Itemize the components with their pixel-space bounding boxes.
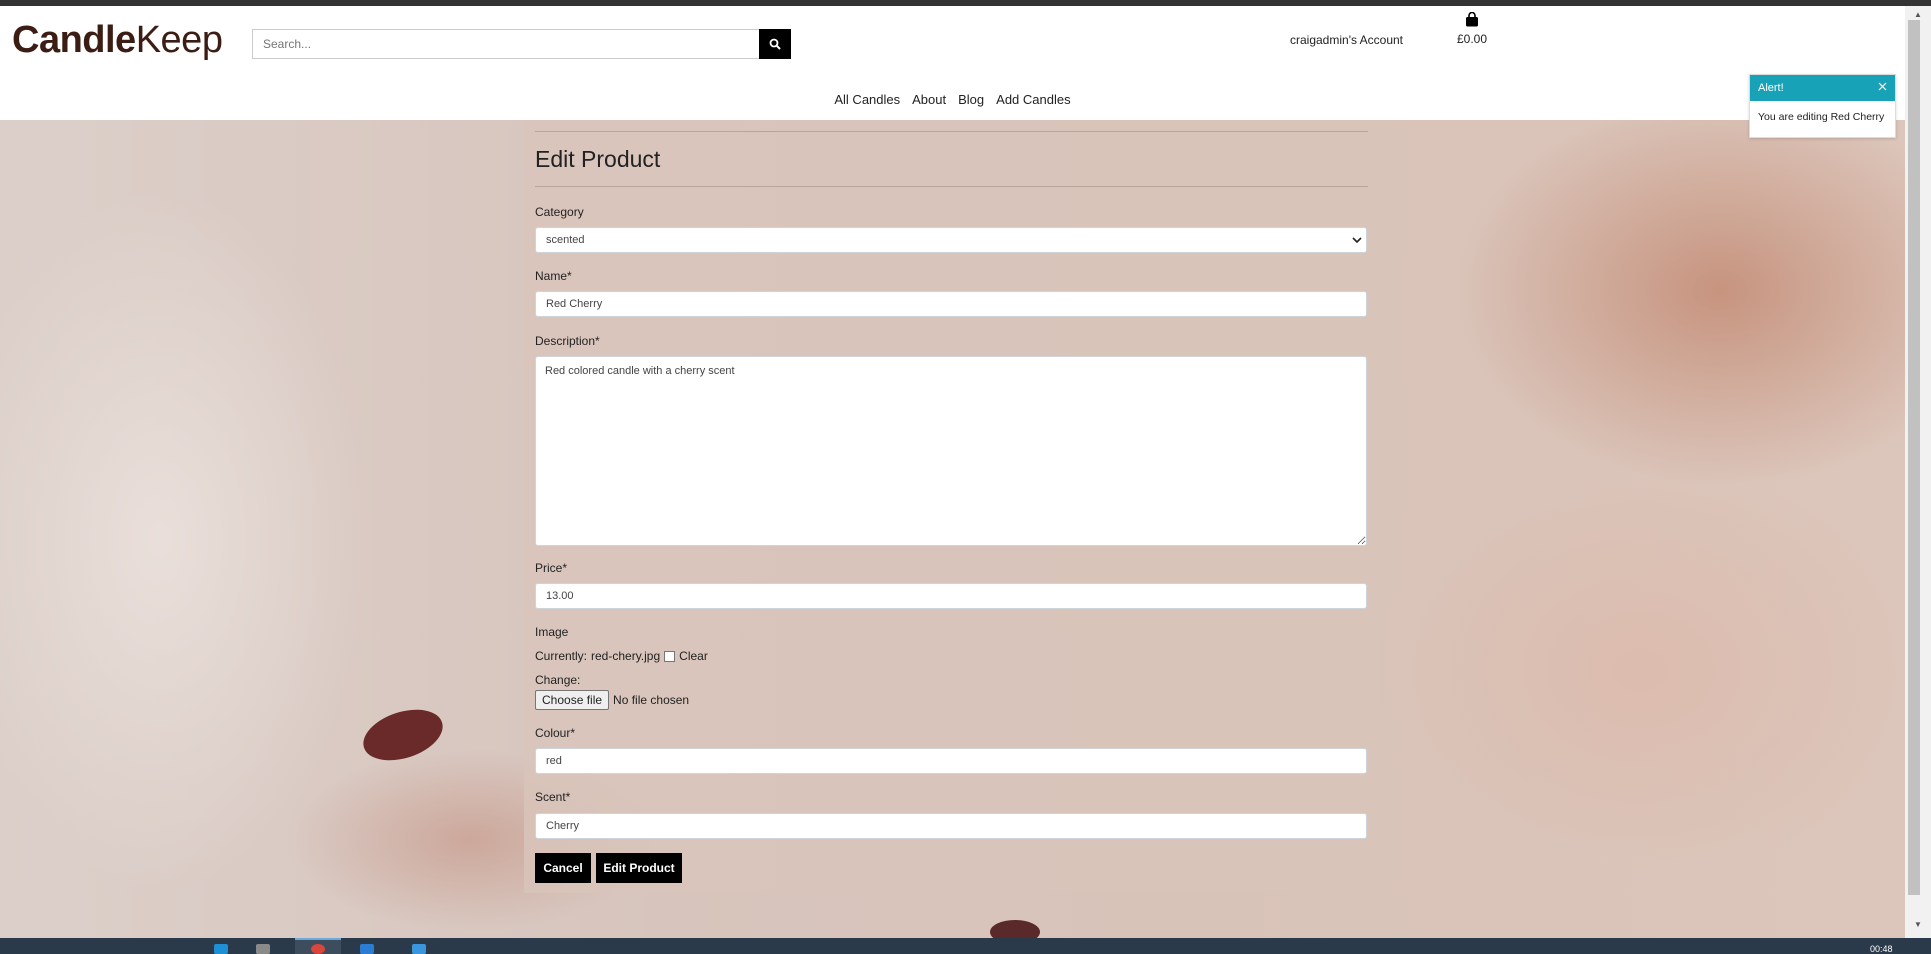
nav-item-blog[interactable]: Blog bbox=[958, 92, 984, 107]
page-scrollbar[interactable]: ▲ ▼ bbox=[1905, 6, 1931, 938]
account-link[interactable]: craigadmin's Account bbox=[1290, 33, 1403, 47]
search-icon bbox=[769, 38, 781, 50]
scroll-up-icon[interactable]: ▲ bbox=[1914, 10, 1922, 19]
bag-link[interactable]: £0.00 bbox=[1450, 11, 1494, 46]
taskbar-app-icon[interactable] bbox=[214, 944, 228, 954]
close-icon[interactable] bbox=[1878, 82, 1887, 94]
search-button[interactable] bbox=[759, 29, 791, 59]
taskbar-clock: 00:48 bbox=[1870, 944, 1893, 954]
file-input: Choose file No file chosen bbox=[535, 690, 689, 710]
background-nail bbox=[990, 920, 1040, 938]
category-label: Category bbox=[535, 205, 584, 219]
divider bbox=[535, 186, 1368, 187]
scroll-down-icon[interactable]: ▼ bbox=[1914, 920, 1922, 929]
name-label: Name* bbox=[535, 269, 572, 283]
submit-button[interactable]: Edit Product bbox=[596, 853, 682, 883]
logo-bold-text: Candle bbox=[12, 19, 136, 61]
taskbar-active-app[interactable] bbox=[295, 938, 341, 954]
no-file-text: No file chosen bbox=[613, 693, 690, 707]
category-value: scented bbox=[546, 234, 585, 246]
toast-title: Alert! bbox=[1758, 82, 1784, 94]
alert-toast: Alert! You are editing Red Cherry bbox=[1749, 74, 1896, 138]
browser-icon bbox=[311, 944, 325, 954]
chevron-down-icon bbox=[1352, 237, 1362, 244]
description-textarea[interactable]: Red colored candle with a cherry scent bbox=[535, 356, 1367, 546]
search-input[interactable] bbox=[252, 29, 759, 59]
site-header: CandleKeep craigadmin's Account £0.00 Al… bbox=[0, 6, 1905, 120]
choose-file-button[interactable]: Choose file bbox=[535, 690, 610, 710]
shopping-bag-icon bbox=[1450, 11, 1494, 32]
bag-total: £0.00 bbox=[1456, 32, 1488, 46]
cancel-button[interactable]: Cancel bbox=[535, 853, 591, 883]
taskbar-app-icon[interactable] bbox=[412, 944, 426, 954]
clear-label: Clear bbox=[679, 649, 708, 663]
toast-message: You are editing Red Cherry bbox=[1758, 111, 1885, 123]
scrollbar-thumb[interactable] bbox=[1908, 20, 1920, 895]
toast-header: Alert! bbox=[1750, 75, 1895, 101]
currently-label: Currently: bbox=[535, 649, 588, 663]
scent-label: Scent* bbox=[535, 790, 571, 804]
taskbar: 00:48 bbox=[0, 938, 1931, 954]
colour-input[interactable] bbox=[535, 748, 1367, 774]
main-nav: All Candles About Blog Add Candles bbox=[0, 92, 1905, 107]
page-title: Edit Product bbox=[535, 146, 661, 172]
current-image-link[interactable]: red-chery.jpg bbox=[591, 649, 660, 663]
clear-image-checkbox[interactable] bbox=[664, 650, 676, 662]
scent-input[interactable] bbox=[535, 813, 1367, 839]
background-nail bbox=[356, 700, 450, 770]
price-label: Price* bbox=[535, 561, 568, 575]
category-select[interactable]: scented bbox=[535, 227, 1367, 253]
taskbar-app-icon[interactable] bbox=[256, 944, 270, 954]
name-input[interactable] bbox=[535, 291, 1367, 317]
nav-item-about[interactable]: About bbox=[912, 92, 946, 107]
change-label: Change: bbox=[535, 673, 581, 687]
price-input[interactable] bbox=[535, 583, 1367, 609]
nav-item-add-candles[interactable]: Add Candles bbox=[996, 92, 1070, 107]
divider bbox=[535, 131, 1368, 132]
logo[interactable]: CandleKeep bbox=[12, 18, 223, 62]
nav-item-all-candles[interactable]: All Candles bbox=[834, 92, 900, 107]
search-form bbox=[252, 29, 791, 59]
logo-light-text: Keep bbox=[135, 19, 223, 61]
current-image-line: Currently: red-chery.jpg Clear bbox=[535, 649, 708, 663]
description-label: Description* bbox=[535, 334, 600, 348]
image-label: Image bbox=[535, 625, 569, 639]
taskbar-app-icon[interactable] bbox=[360, 944, 374, 954]
colour-label: Colour* bbox=[535, 726, 576, 740]
